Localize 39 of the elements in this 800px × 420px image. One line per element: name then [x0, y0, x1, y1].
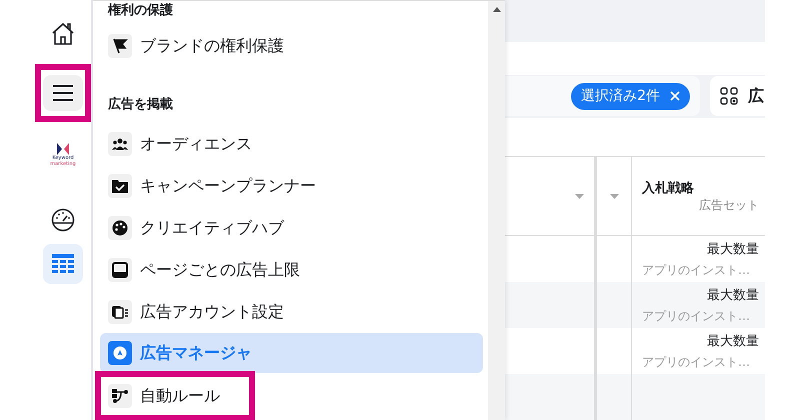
column-header[interactable]: 入札戦略 — [642, 178, 759, 196]
table-button[interactable] — [43, 244, 83, 284]
close-icon[interactable] — [670, 91, 680, 102]
palette-icon — [112, 220, 128, 236]
section-heading: 権利の保護 — [106, 2, 174, 20]
dropdown-caret-icon[interactable] — [575, 194, 584, 198]
tablet-icon — [112, 262, 128, 278]
home-icon — [51, 22, 75, 46]
table-cell-text: 最大数量 — [707, 286, 759, 304]
menu-item[interactable]: ブランドの権利保護 — [100, 25, 483, 67]
dropdown-caret-icon[interactable] — [610, 194, 618, 198]
scroll-up-icon — [492, 7, 500, 12]
folder-check-icon — [112, 179, 128, 193]
grid-icon — [720, 87, 738, 106]
table-cell-detail: アプリのインスト… — [642, 308, 750, 324]
menu-item[interactable]: クリエイティブハブ — [100, 207, 483, 249]
flag-icon — [112, 38, 128, 54]
menu-item[interactable]: 自動ルール — [101, 377, 249, 415]
menu-button[interactable] — [43, 75, 83, 111]
menu-item[interactable]: ページごとの広告上限 — [100, 249, 483, 291]
menu-item[interactable]: 広告アカウント設定 — [100, 291, 483, 333]
menu-item[interactable]: キャンペーンプランナー — [100, 165, 483, 207]
table-cell-detail: アプリのインスト… — [642, 354, 750, 370]
table-cell-detail: アプリのインスト… — [642, 262, 750, 278]
menu-icon — [52, 84, 74, 102]
table-cell-text: 最大数量 — [707, 332, 759, 350]
cards-icon — [112, 305, 128, 319]
section-heading: 広告を掲載 — [106, 96, 174, 114]
column-subtitle: 広告セット — [699, 196, 759, 214]
flow-icon — [112, 389, 128, 403]
view-tab[interactable]: 広 — [710, 76, 765, 116]
scrollbar[interactable] — [488, 1, 505, 420]
compass-icon — [113, 346, 127, 360]
gauge-icon — [51, 208, 75, 232]
menu-item[interactable]: オーディエンス — [100, 123, 483, 165]
table-cell-text: 最大数量 — [707, 240, 759, 258]
table-icon — [52, 254, 74, 274]
people-icon — [112, 138, 128, 150]
selection-chip[interactable]: 選択済み2件 — [571, 82, 690, 110]
